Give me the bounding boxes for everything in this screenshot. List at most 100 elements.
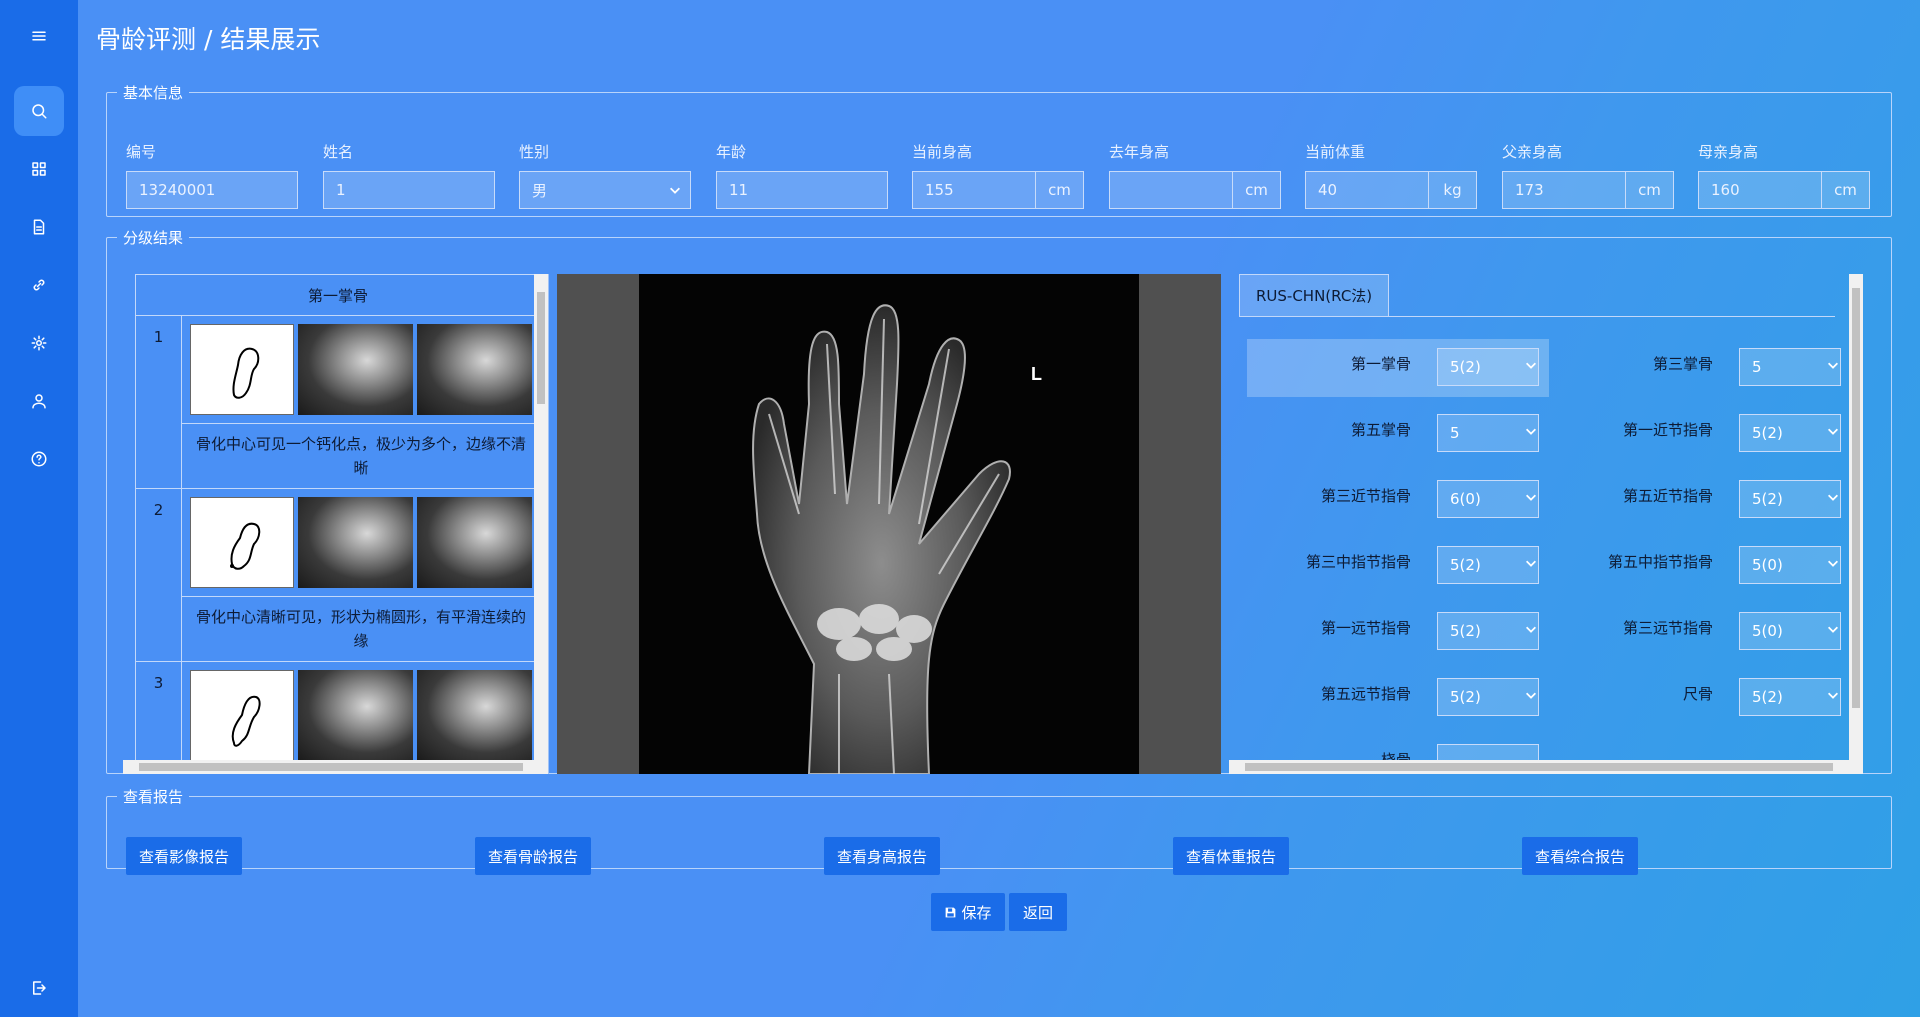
document-icon[interactable] (14, 202, 64, 252)
grade-label: 第一掌骨 (1350, 355, 1411, 373)
grade-table-panel[interactable]: 第一掌骨 1 骨化中心可见一个钙化点，极少为多个，边缘不清晰 2 骨化中心清晰可… (123, 274, 549, 774)
field-label: 编号 (126, 143, 157, 161)
view-image-report-button[interactable]: 查看影像报告 (126, 837, 243, 875)
field-last-year-height: 去年身高 cm (1109, 141, 1281, 209)
chevron-down-icon (1524, 358, 1538, 376)
table-row[interactable]: 1 骨化中心可见一个钙化点，极少为多个，边缘不清晰 (136, 316, 540, 489)
grade-select[interactable]: 6(0) (1437, 480, 1539, 518)
scrollbar-thumb[interactable] (1852, 288, 1860, 708)
vertical-scrollbar[interactable] (534, 274, 548, 774)
view-weight-report-button[interactable]: 查看体重报告 (1173, 837, 1290, 875)
grade-select[interactable]: 5(2) (1437, 348, 1539, 386)
chevron-down-icon (1524, 622, 1538, 640)
basic-info-legend: 基本信息 (123, 84, 184, 102)
grade-item-third-metacarpal[interactable]: 第三掌骨 5 (1549, 339, 1851, 397)
grade-item-first-metacarpal[interactable]: 第一掌骨 5(2) (1247, 339, 1549, 397)
father-height-input[interactable]: 173 cm (1502, 171, 1674, 209)
gear-icon[interactable] (14, 318, 64, 368)
mother-height-input[interactable]: 160 cm (1698, 171, 1870, 209)
table-row[interactable]: 3 (136, 662, 540, 771)
grade-select[interactable]: 5 (1437, 414, 1539, 452)
chevron-down-icon (1826, 490, 1840, 508)
grade-select[interactable]: 5(2) (1739, 480, 1841, 518)
scrollbar-thumb[interactable] (537, 292, 545, 404)
view-height-report-button[interactable]: 查看身高报告 (824, 837, 941, 875)
field-mother-height: 母亲身高 160 cm (1698, 141, 1870, 209)
bone-sketch-image (190, 324, 294, 415)
current-weight-input[interactable]: 40 kg (1305, 171, 1477, 209)
unit-label: cm (1625, 172, 1673, 208)
grade-select[interactable]: 5(2) (1739, 414, 1841, 452)
field-father-height: 父亲身高 173 cm (1502, 141, 1674, 209)
logout-icon[interactable] (14, 963, 64, 1013)
unit-label: cm (1232, 172, 1280, 208)
grading-section: 分级结果 第一掌骨 1 骨化中心可见一个钙化点，极少为多个，边缘不清晰 2 骨化… (106, 227, 1892, 774)
gender-select[interactable]: 男 (519, 171, 691, 209)
field-current-weight: 当前体重 40 kg (1305, 141, 1477, 209)
reports-section: 查看报告 查看影像报告 查看骨龄报告 查看身高报告 查看体重报告 查看综合报告 (106, 786, 1892, 875)
grade-item-third-distal[interactable]: 第三远节指骨 5(0) (1549, 603, 1851, 661)
grade-item-first-distal[interactable]: 第一远节指骨 5(2) (1247, 603, 1549, 661)
grade-item-fifth-middle[interactable]: 第五中指节指骨 5(0) (1549, 537, 1851, 595)
grade-select[interactable]: 5(2) (1437, 612, 1539, 650)
grade-label: 第五远节指骨 (1320, 685, 1411, 703)
grade-label: 第一远节指骨 (1320, 619, 1411, 637)
grade-select[interactable]: 5(0) (1739, 546, 1841, 584)
grade-item-ulna[interactable]: 尺骨 5(2) (1549, 669, 1851, 727)
xray-viewer[interactable]: L (557, 274, 1221, 774)
stage-description: 骨化中心清晰可见，形状为椭圆形，有平滑连续的缘 (195, 608, 526, 650)
grade-item-first-proximal[interactable]: 第一近节指骨 5(2) (1549, 405, 1851, 463)
grade-table: 第一掌骨 1 骨化中心可见一个钙化点，极少为多个，边缘不清晰 2 骨化中心清晰可… (135, 274, 541, 772)
vertical-scrollbar[interactable] (1849, 274, 1863, 774)
menu-icon[interactable] (14, 11, 64, 61)
grade-label: 第五掌骨 (1350, 421, 1411, 439)
grade-item-fifth-distal[interactable]: 第五远节指骨 5(2) (1247, 669, 1549, 727)
reports-legend: 查看报告 (123, 788, 184, 806)
grid-icon[interactable] (14, 144, 64, 194)
grade-select[interactable]: 5(2) (1437, 546, 1539, 584)
grade-label: 第三掌骨 (1652, 355, 1713, 373)
chevron-down-icon (1826, 424, 1840, 442)
view-summary-report-button[interactable]: 查看综合报告 (1522, 837, 1639, 875)
chevron-down-icon (1826, 622, 1840, 640)
grade-select[interactable]: 5(2) (1739, 678, 1841, 716)
save-button[interactable]: 保存 (931, 893, 1005, 931)
grade-select[interactable]: 5(0) (1739, 612, 1841, 650)
bone-sketch-image (190, 670, 294, 761)
last-year-height-input[interactable]: cm (1109, 171, 1281, 209)
grade-item-third-proximal[interactable]: 第三近节指骨 6(0) (1247, 471, 1549, 529)
grade-label: 第五近节指骨 (1622, 487, 1713, 505)
scrollbar-thumb[interactable] (139, 763, 523, 771)
help-icon[interactable] (14, 434, 64, 484)
name-input[interactable]: 1 (323, 171, 495, 209)
row-number: 2 (136, 489, 182, 661)
tab-rus-chn[interactable]: RUS-CHN(RC法) (1239, 274, 1390, 316)
unit-label: kg (1428, 172, 1476, 208)
link-icon[interactable] (14, 260, 64, 310)
age-input[interactable]: 11 (716, 171, 888, 209)
page-title: 骨龄评测 / 结果展示 (96, 25, 321, 54)
grade-select[interactable]: 5 (1739, 348, 1841, 386)
field-id: 编号 13240001 (126, 141, 298, 209)
field-gender: 性别 男 (519, 141, 691, 209)
field-label: 姓名 (323, 143, 354, 161)
grading-method-panel[interactable]: RUS-CHN(RC法) 第一掌骨 5(2) 第三掌骨 5 第五掌骨 5 第一近… (1229, 274, 1863, 774)
grade-select[interactable]: 5(2) (1437, 678, 1539, 716)
search-icon[interactable] (14, 86, 64, 136)
xray-sample-image (298, 324, 413, 415)
grade-table-title: 第一掌骨 (136, 275, 540, 316)
grade-item-third-middle[interactable]: 第三中指节指骨 5(2) (1247, 537, 1549, 595)
basic-info-section: 基本信息 编号 13240001 姓名 1 性别 男 年龄 11 当前身高 15… (106, 82, 1892, 217)
back-button[interactable]: 返回 (1009, 893, 1067, 931)
horizontal-scrollbar[interactable] (1229, 760, 1849, 774)
table-row[interactable]: 2 骨化中心清晰可见，形状为椭圆形，有平滑连续的缘 (136, 489, 540, 662)
id-input[interactable]: 13240001 (126, 171, 298, 209)
grade-item-fifth-proximal[interactable]: 第五近节指骨 5(2) (1549, 471, 1851, 529)
scrollbar-thumb[interactable] (1245, 763, 1833, 771)
xray-sample-image (298, 497, 413, 588)
user-icon[interactable] (14, 376, 64, 426)
view-bone-age-report-button[interactable]: 查看骨龄报告 (475, 837, 592, 875)
horizontal-scrollbar[interactable] (123, 760, 535, 774)
grade-item-fifth-metacarpal[interactable]: 第五掌骨 5 (1247, 405, 1549, 463)
current-height-input[interactable]: 155 cm (912, 171, 1084, 209)
